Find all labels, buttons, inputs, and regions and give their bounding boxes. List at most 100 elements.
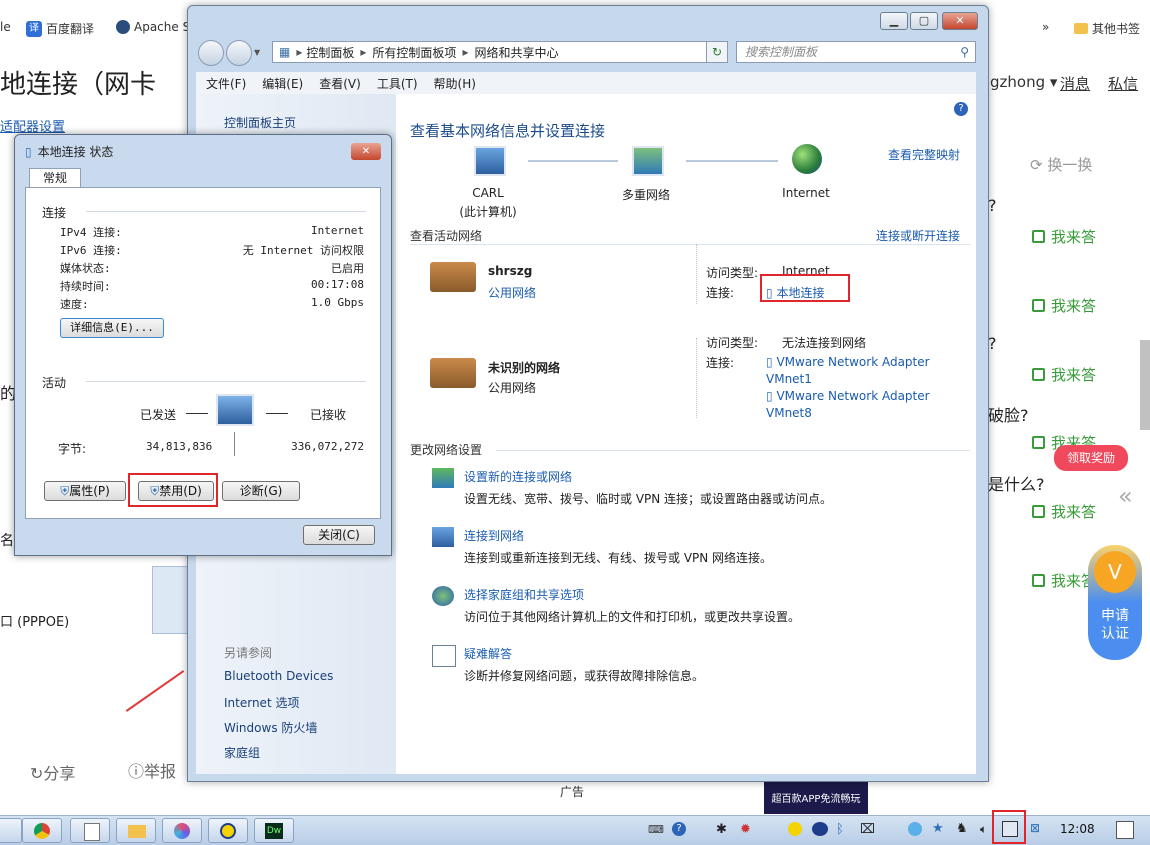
volume-icon[interactable]: 🔈︎ [980,822,987,837]
app-taskbar-button[interactable] [208,818,248,843]
taskbar: Dw ⌨ ? ✱ ✹ ᛒ ⌧ ★ ♞ 🔈︎ ⊠ 12:08 [0,810,1150,845]
breadcrumb-network-center[interactable]: 网络和共享中心 [474,44,558,61]
details-button[interactable]: 详细信息(E)... [60,318,164,338]
local-connection-link[interactable]: ▯ 本地连接 [766,284,824,301]
minimize-button[interactable]: ▁ [880,12,908,30]
answer-button[interactable]: 我来答 [1032,364,1096,385]
clock[interactable]: 12:08 [1060,822,1095,836]
breadcrumb-control-panel[interactable]: 控制面板 [306,44,354,61]
refresh-label: 换一换 [1047,156,1093,174]
diagnose-button[interactable]: 诊断(G) [222,481,300,501]
answer-button[interactable]: 我来答 [1032,295,1096,316]
breadcrumb-all-items[interactable]: 所有控制面板项 [372,44,456,61]
search-icon[interactable]: ⚲ [960,42,969,62]
browser-taskbar-button[interactable] [162,818,202,843]
bluetooth-icon[interactable]: ᛒ [836,822,844,837]
vmnet1-link[interactable]: ▯ VMware Network Adapter VMnet1 [766,354,936,388]
divider [186,413,208,414]
homegroup-link[interactable]: 家庭组 [224,744,260,761]
help-icon[interactable]: ? [954,102,968,116]
troubleshoot-link[interactable]: 疑难解答 [464,645,512,662]
tray-app-icon[interactable]: ✹ [740,822,751,837]
nav-messages[interactable]: 消息 [1060,73,1090,94]
tab-general[interactable]: 常规 [29,168,81,189]
report-button[interactable]: ⓘ举报 [128,758,176,782]
connect-disconnect-link[interactable]: 连接或断开连接 [876,227,960,244]
help-tray-icon[interactable]: ? [672,822,686,836]
taskbar-app-button[interactable] [0,818,22,843]
control-panel-home-link[interactable]: 控制面板主页 [224,114,296,131]
tray-app-icon[interactable]: ✱ [716,822,727,837]
windows-firewall-link[interactable]: Windows 防火墙 [224,719,317,736]
tray-app-icon[interactable] [788,822,802,836]
menu-tools[interactable]: 工具(T) [377,75,418,92]
dreamweaver-taskbar-button[interactable]: Dw [254,818,294,843]
tray-app-icon[interactable]: ⌧ [860,822,875,837]
adapter-settings-link[interactable]: 适配器设置 [0,116,65,135]
tray-app-icon[interactable]: ★ [932,821,944,836]
tray-app-icon[interactable] [908,822,922,836]
homegroup-sharing-link[interactable]: 选择家庭组和共享选项 [464,586,584,603]
setup-new-connection-link[interactable]: 设置新的连接或网络 [464,468,572,485]
network-type-link[interactable]: 公用网络 [488,284,536,301]
close-window-button[interactable]: ✕ [942,12,978,30]
explorer-taskbar-button[interactable] [116,818,156,843]
collapse-chevron-icon[interactable]: « [1118,482,1133,510]
view-full-map-link[interactable]: 查看完整映射 [888,146,960,163]
activity-section-heading: 活动 [42,376,67,390]
refresh-icon[interactable]: ↻ [706,41,728,63]
chrome-taskbar-button[interactable] [22,818,62,843]
network-tray-icon[interactable] [1002,821,1018,837]
edit-icon [1032,230,1045,243]
nav-private-messages[interactable]: 私信 [1108,73,1138,94]
bookmarks-overflow[interactable]: » [1042,20,1049,34]
answer-button[interactable]: 我来答 [1032,570,1096,591]
tray-app-icon[interactable] [812,822,828,836]
tray-app-icon[interactable]: ⊠ [1030,821,1040,835]
maximize-button[interactable]: ▢ [910,12,938,30]
history-dropdown-icon[interactable]: ▼ [254,48,260,57]
apply-cert-widget[interactable]: V 申请 认证 [1088,545,1142,660]
page-scrollbar[interactable] [1140,340,1150,430]
forward-button[interactable] [226,40,252,66]
ethernet-plug-icon: ▯ [25,144,32,159]
search-control-panel-input[interactable]: 搜索控制面板 ⚲ [736,41,976,63]
overflow-chevron: » [1042,20,1050,34]
properties-button[interactable]: ⛨属性(P) [44,481,126,501]
computer-icon [474,146,506,176]
action-center-icon[interactable] [1116,821,1134,839]
connect-to-network-link[interactable]: 连接到网络 [464,527,524,544]
dialog-close-button[interactable]: 关闭(C) [303,525,375,545]
vmnet8-link[interactable]: ▯ VMware Network Adapter VMnet8 [766,388,936,422]
disable-button[interactable]: ⛨禁用(D) [138,481,214,501]
user-menu[interactable]: gzhong ▾ [990,73,1057,91]
share-button[interactable]: ↻分享 [30,760,75,784]
menu-view[interactable]: 查看(V) [319,75,361,92]
dialog-close-icon[interactable]: ✕ [351,143,381,160]
answer-button[interactable]: 我来答 [1032,501,1096,522]
tray-app-icon[interactable]: ♞ [956,821,968,836]
back-button[interactable] [198,40,224,66]
address-bar[interactable]: ▦ ▸ 控制面板 ▸ 所有控制面板项 ▸ 网络和共享中心 ▼ [272,41,728,63]
bookmark-baidu-translate[interactable]: 译 百度翻译 [26,20,94,37]
bookmark-apache[interactable]: Apache S [116,20,190,34]
keyboard-icon[interactable]: ⌨ [648,823,664,836]
bluetooth-devices-link[interactable]: Bluetooth Devices [224,669,333,683]
ad-banner[interactable]: 超百款APP免流畅玩 [764,780,868,814]
network-adapter-icon[interactable] [152,566,190,634]
internet-options-link[interactable]: Internet 选项 [224,694,299,711]
reward-badge[interactable]: 领取奖励 [1054,445,1128,471]
divider [696,244,698,304]
bookmark-other[interactable]: 其他书签 [1074,20,1140,37]
ipv6-label: IPv6 连接: [60,244,122,257]
menu-file[interactable]: 文件(F) [206,75,246,92]
refresh-button[interactable]: ⟳ 换一换 [1030,154,1092,175]
shield-icon: ⛨ [150,484,160,498]
menu-edit[interactable]: 编辑(E) [262,75,303,92]
connection-section-heading: 连接 [42,206,67,220]
answer-button[interactable]: 我来答 [1032,226,1096,247]
notepad-taskbar-button[interactable] [70,818,110,843]
menu-help[interactable]: 帮助(H) [434,75,476,92]
internet-label: Internet [782,186,830,200]
bookmark-le[interactable]: le [0,20,11,34]
